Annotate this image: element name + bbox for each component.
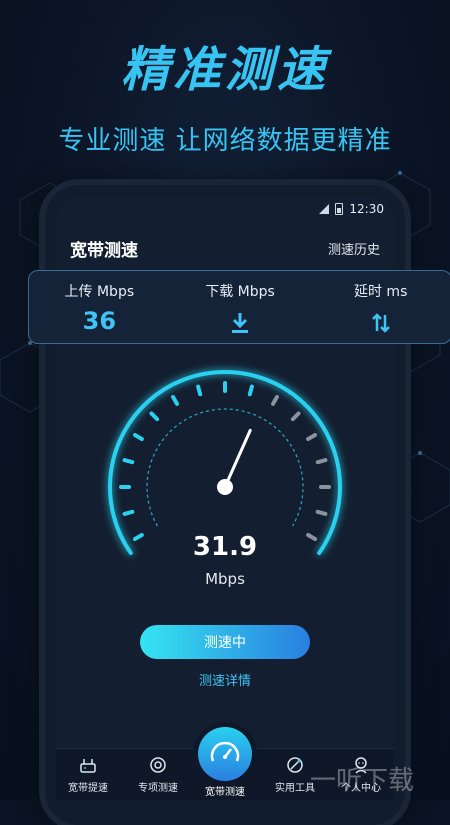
- tools-icon: [287, 757, 303, 773]
- swap-vertical-icon: [371, 313, 390, 333]
- gauge-needle: [223, 428, 252, 489]
- upload-label: 上传 Mbps: [64, 284, 135, 300]
- gauge-tick: [132, 433, 144, 441]
- gauge-hub: [217, 479, 233, 495]
- tab-broadband-boost[interactable]: 宽带提速: [58, 755, 118, 794]
- target-icon: [150, 757, 166, 773]
- app-bar: 宽带测速 测速历史: [70, 236, 380, 261]
- tab-label-active: 宽带测速: [205, 787, 245, 798]
- speedometer-icon: [210, 741, 240, 762]
- testing-button[interactable]: 测速中: [140, 625, 310, 659]
- gauge-tick: [171, 394, 179, 406]
- upload-value: 36: [82, 307, 117, 335]
- details-link[interactable]: 测速详情: [0, 670, 450, 689]
- download-icon: [232, 313, 248, 333]
- status-bar: 12:30: [319, 202, 384, 216]
- gauge-tick: [149, 411, 160, 422]
- battery-icon: [335, 203, 344, 215]
- download-stat: 下载 Mbps: [170, 271, 311, 343]
- router-icon: [80, 759, 96, 773]
- gauge-tick: [306, 433, 318, 441]
- page-title: 宽带测速: [70, 241, 138, 261]
- gauge-tick: [122, 458, 135, 465]
- promo-subline: 专业测速 让网络数据更精准: [58, 126, 392, 156]
- stats-panel: 上传 Mbps 36 下载 Mbps 延时 ms: [28, 270, 450, 344]
- gauge-tick: [290, 411, 301, 422]
- history-link[interactable]: 测速历史: [328, 239, 380, 258]
- gauge-tick: [315, 509, 328, 516]
- gauge-tick: [196, 384, 203, 397]
- speed-value: 31.9: [192, 532, 258, 562]
- latency-stat: 延时 ms: [310, 271, 450, 343]
- gauge-inner-arc: [146, 408, 304, 527]
- gauge-tick: [122, 509, 135, 516]
- upload-stat: 上传 Mbps 36: [29, 271, 170, 343]
- gauge-tick: [315, 458, 328, 465]
- gauge-tick: [247, 384, 254, 397]
- download-label: 下载 Mbps: [205, 284, 275, 300]
- gauge-tick: [271, 394, 279, 406]
- tab-broadband-test[interactable]: [198, 727, 252, 781]
- tab-label: 专项测速: [138, 783, 178, 794]
- signal-icon: [319, 204, 330, 214]
- tab-special-test[interactable]: 专项测速: [128, 755, 188, 794]
- gauge-outer-arc: [108, 370, 342, 555]
- latency-label: 延时 ms: [353, 284, 408, 300]
- watermark: 一听下载: [310, 766, 415, 796]
- tab-label: 实用工具: [275, 783, 315, 794]
- tab-label: 宽带提速: [68, 783, 108, 794]
- promo-headline: 精准测速: [120, 42, 329, 98]
- status-time: 12:30: [349, 202, 384, 216]
- speed-unit: Mbps: [205, 570, 245, 588]
